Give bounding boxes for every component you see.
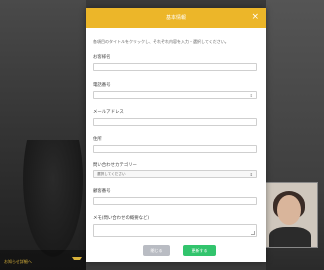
modal-header: 基本情報 × [86,8,266,28]
customer-name-label[interactable]: お客様名 [93,54,111,60]
memo-textarea[interactable] [93,224,257,237]
chevron-down-icon[interactable] [72,257,82,264]
customer-name-input[interactable] [93,63,257,71]
memo-label[interactable]: メモ(問い合わせの概要など) [93,215,149,221]
inquiry-category-selected: 選択してください [97,172,126,176]
pip-person-body [269,227,311,247]
bottom-info-label: お知らせ詳細へ [4,259,32,264]
phone-number-input[interactable]: ⇕ [93,91,257,99]
pip-person-face [277,195,301,225]
update-button[interactable]: 更新する [183,245,216,256]
modal-title: 基本情報 [165,15,186,21]
basic-info-modal: 基本情報 × 各項目のタイトルをクリックし、それぞれ内容を入力・選択してください… [86,8,266,262]
modal-instructions: 各項目のタイトルをクリックし、それぞれ内容を入力・選択してください。 [93,39,229,44]
bottom-info-bar[interactable]: お知らせ詳細へ [0,250,86,270]
inquiry-category-select[interactable]: 選択してください ⇕ [93,170,257,178]
close-button[interactable]: 閉じる [143,245,170,256]
email-label[interactable]: メールアドレス [93,109,124,115]
customer-number-label[interactable]: 顧客番号 [93,188,111,194]
close-icon[interactable]: × [251,12,259,22]
address-label[interactable]: 住所 [93,136,102,142]
phone-number-label[interactable]: 電話番号 [93,82,111,88]
customer-number-input[interactable] [93,197,257,205]
number-stepper-icon[interactable]: ⇕ [250,93,253,98]
email-input[interactable] [93,118,257,126]
address-input[interactable] [93,145,257,153]
inquiry-category-label[interactable]: 問い合わせカテゴリー [93,162,137,168]
resize-handle-icon[interactable] [251,231,255,235]
picture-in-picture-video[interactable] [262,182,318,248]
select-arrow-icon: ⇕ [249,172,253,177]
